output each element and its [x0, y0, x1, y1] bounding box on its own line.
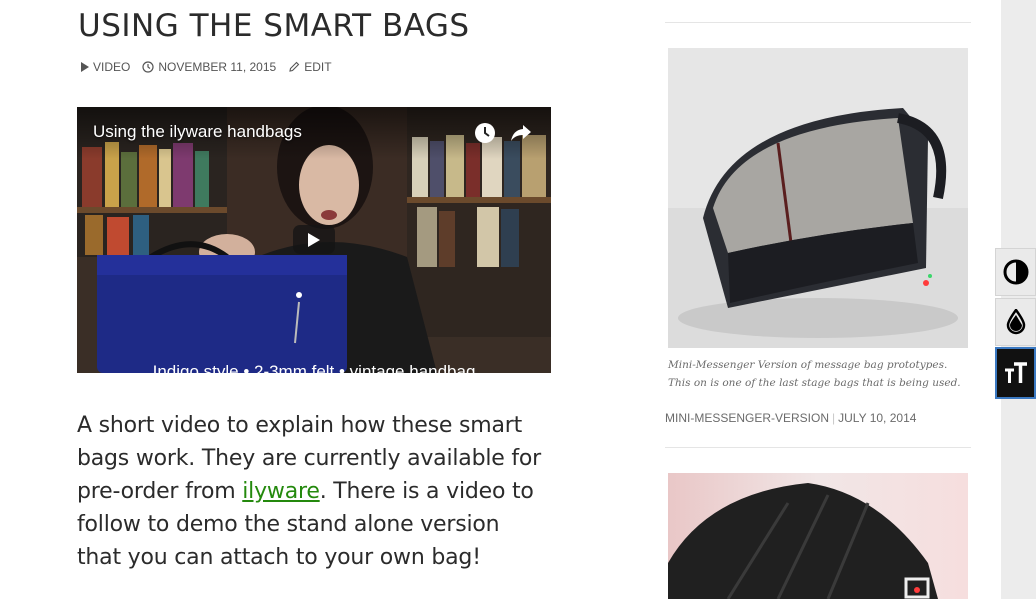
sidebar-post-date-link[interactable]: JULY 10, 2014 [838, 411, 916, 425]
play-button[interactable] [293, 225, 335, 254]
text-resize-icon [1004, 362, 1027, 383]
category-link[interactable]: MINI-MESSENGER-VERSION [665, 411, 829, 425]
video-player[interactable]: Using the ilyware handbags Indigo style … [77, 107, 551, 373]
post-format-label: VIDEO [93, 60, 131, 74]
grayscale-drop-icon [1006, 309, 1025, 335]
video-caption: Indigo style • 2-3mm felt • vintage hand… [77, 333, 551, 373]
sidebar-post-image[interactable] [668, 48, 968, 348]
post-format-link[interactable]: VIDEO [80, 60, 130, 74]
contrast-button[interactable] [995, 248, 1036, 296]
video-format-icon [81, 62, 89, 72]
play-icon [308, 232, 320, 247]
pencil-icon [289, 61, 300, 72]
edit-label: EDIT [304, 60, 332, 74]
share-button[interactable] [508, 120, 534, 146]
text-resize-button[interactable] [995, 347, 1036, 399]
clock-icon [142, 61, 154, 73]
post-title: USING THE SMART BAGS [78, 8, 470, 44]
ilyware-link[interactable]: ilyware [242, 479, 320, 504]
watch-later-button[interactable] [472, 120, 498, 146]
grayscale-button[interactable] [995, 298, 1036, 346]
sidebar-post-meta: MINI-MESSENGER-VERSION | JULY 10, 2014 [665, 411, 916, 425]
contrast-icon [1003, 259, 1028, 285]
bag-closeup-photo [668, 473, 968, 599]
post-date-link[interactable]: NOVEMBER 11, 2015 [142, 60, 276, 74]
post-date: NOVEMBER 11, 2015 [158, 60, 277, 74]
clock-icon [475, 123, 495, 143]
sidebar-divider [665, 447, 971, 448]
accessibility-toolbar [995, 248, 1036, 399]
sidebar-post-image-2[interactable] [668, 473, 968, 599]
sidebar-divider [665, 22, 971, 23]
entry-meta: VIDEO NOVEMBER 11, 2015 EDIT [80, 59, 332, 75]
video-title[interactable]: Using the ilyware handbags [93, 122, 302, 142]
post-body: A short video to explain how these smart… [77, 409, 547, 574]
edit-link[interactable]: EDIT [288, 60, 332, 74]
sidebar-post-caption: Mini-Messenger Version of message bag pr… [668, 359, 961, 389]
meta-separator: | [832, 411, 836, 425]
video-caption-text: Indigo style • 2-3mm felt • vintage hand… [152, 362, 476, 373]
messenger-bag-photo [668, 48, 968, 348]
share-arrow-icon [511, 125, 531, 141]
